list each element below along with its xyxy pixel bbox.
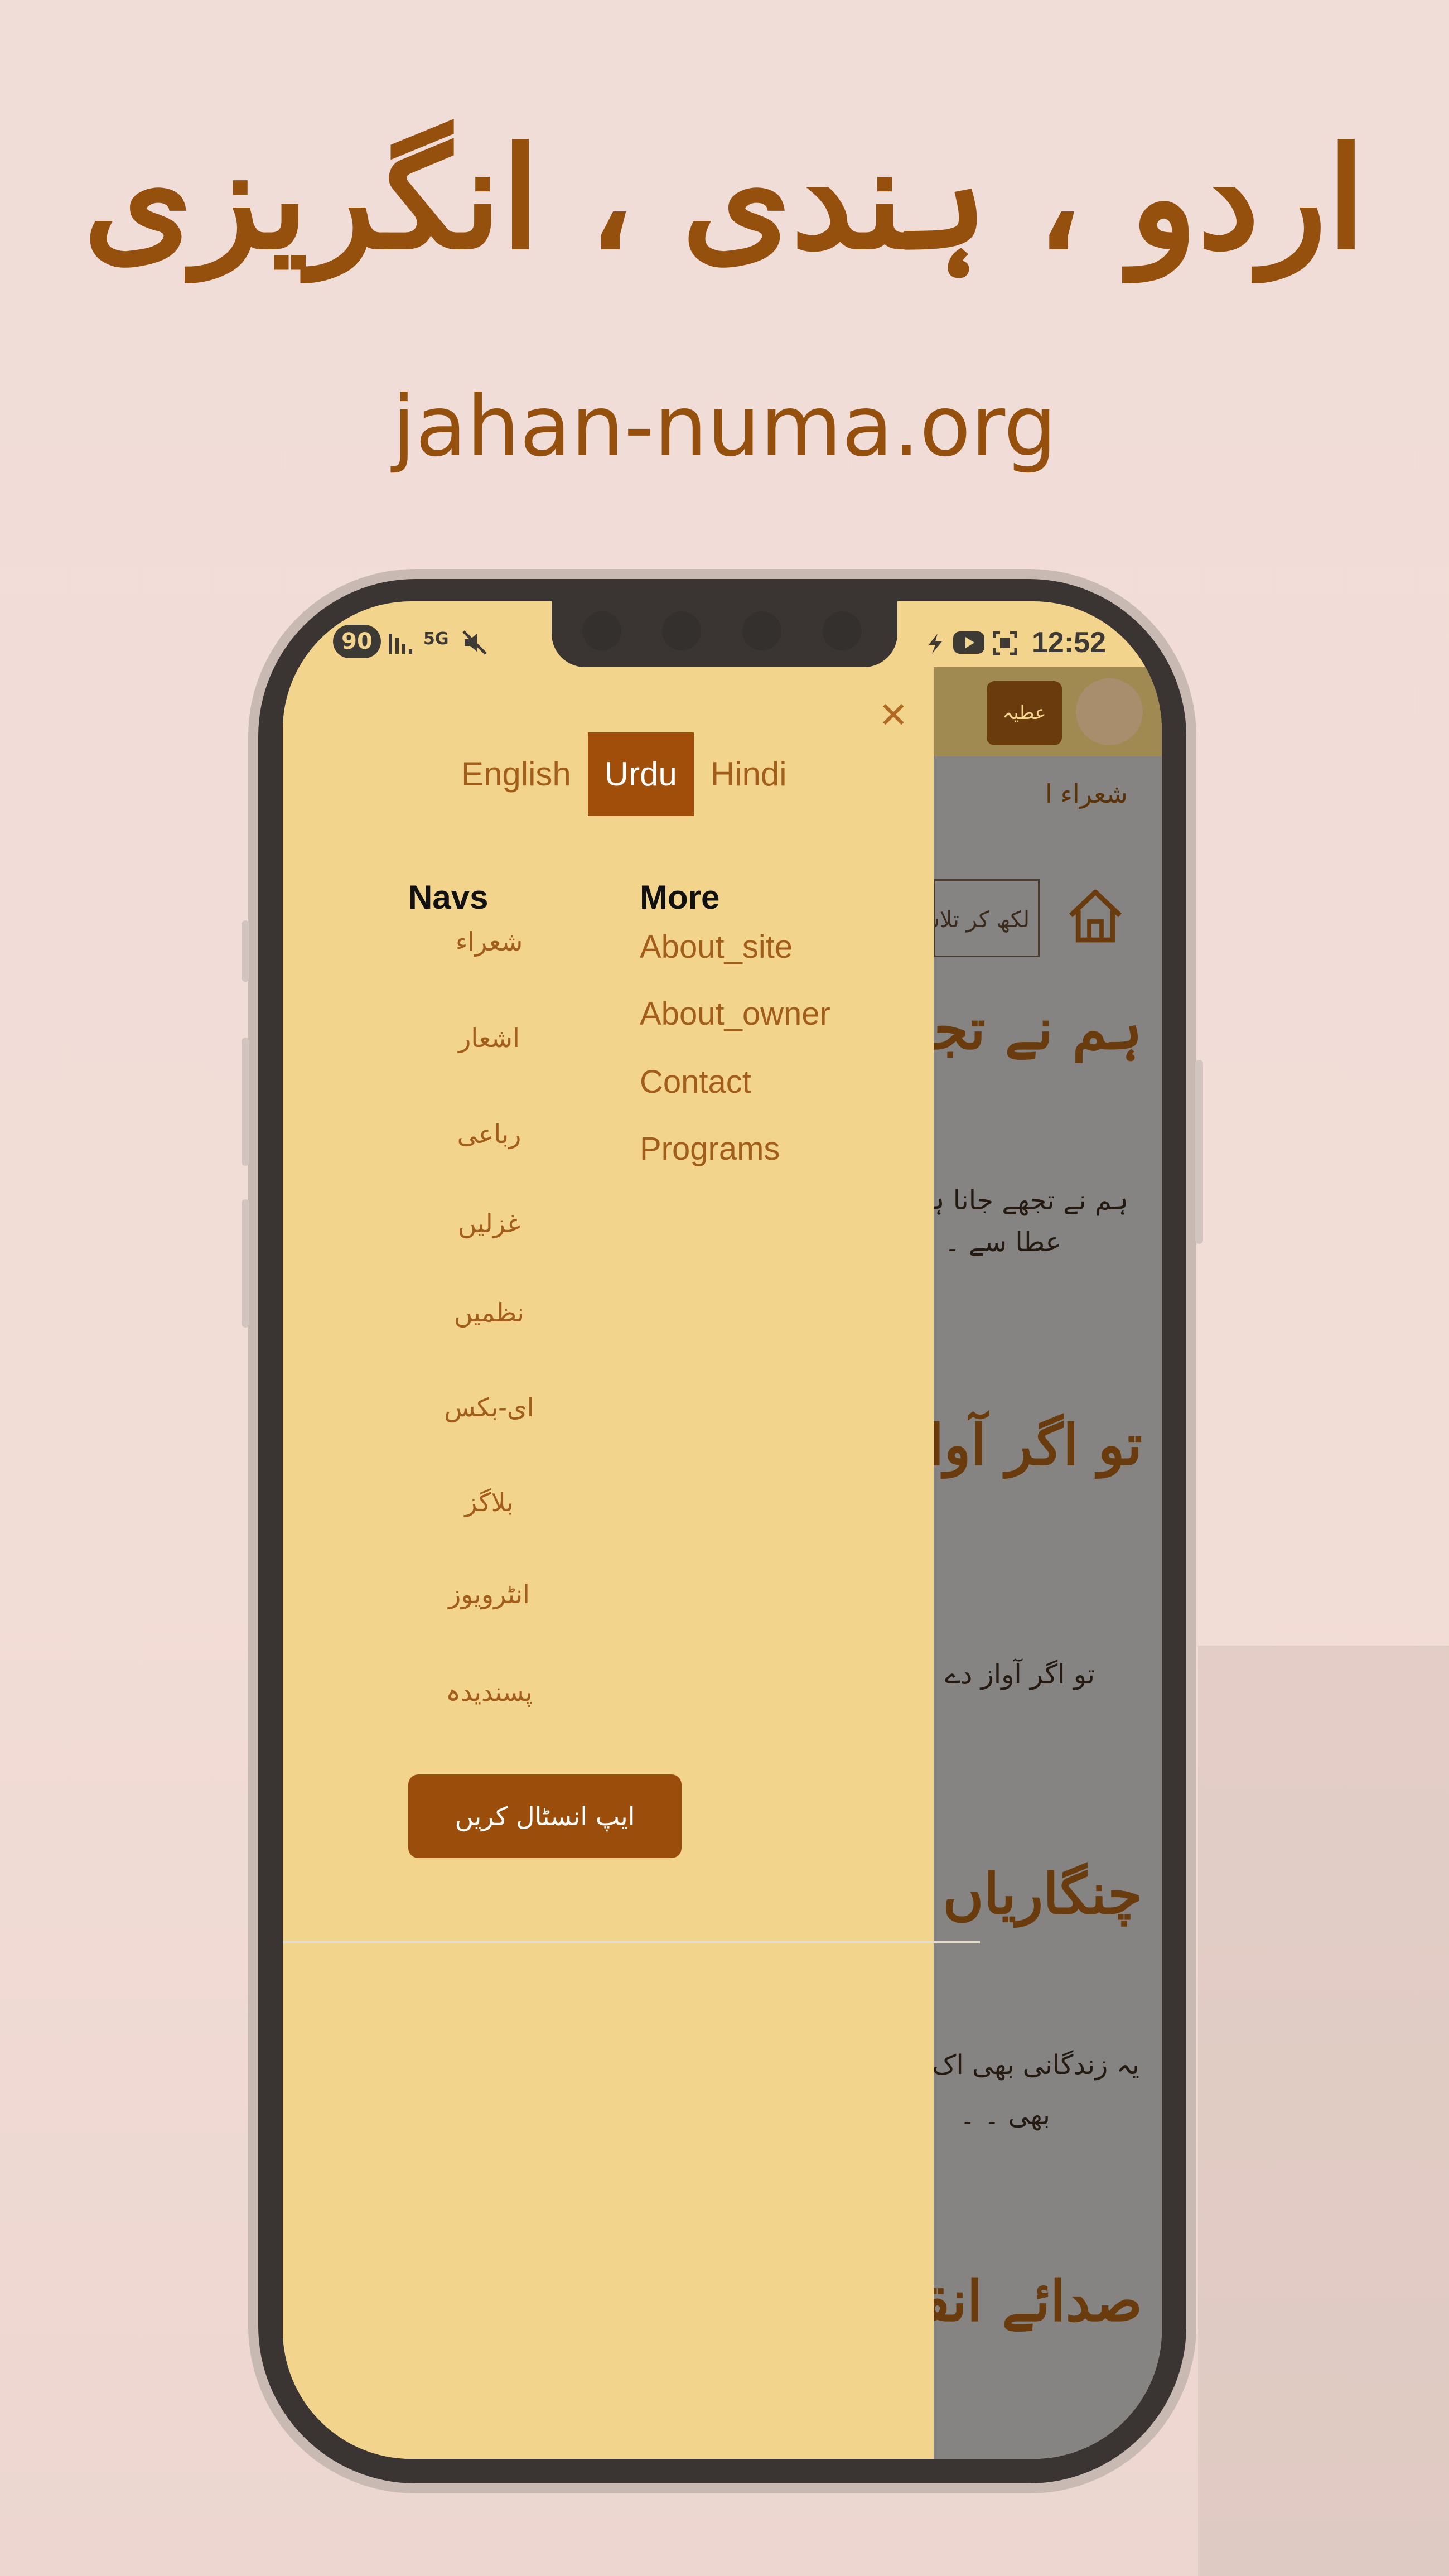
volume-down-button: [241, 1199, 249, 1328]
header-tile[interactable]: عطیہ: [987, 681, 1062, 745]
battery-indicator: 90: [333, 625, 381, 658]
more-item-about-owner[interactable]: About_owner: [640, 995, 830, 1033]
lang-english[interactable]: English: [445, 732, 588, 816]
navs-heading: Navs: [408, 879, 489, 916]
clock: 12:52: [1032, 626, 1106, 659]
bolt-icon: [929, 634, 942, 654]
nav-item-poets[interactable]: شعراء: [405, 927, 573, 957]
post-title[interactable]: چنگاریاں: [943, 1861, 1142, 1927]
camera-dot: [742, 611, 781, 650]
page-tabs[interactable]: شعراء ا: [1045, 779, 1128, 809]
drawer-divider: [283, 1941, 980, 1943]
post-excerpt: تو اگر آواز دے: [944, 1659, 1095, 1690]
home-icon[interactable]: [1065, 885, 1126, 946]
more-heading: More: [640, 879, 720, 916]
phone-frame: عطیہ شعراء ا لکھ کر تلاش ہم نے تجھے ہم ن…: [241, 569, 1203, 2493]
background-shadow: [1198, 1646, 1449, 2576]
camera-dot: [582, 611, 621, 650]
promo-url: jahan-numa.org: [392, 378, 1057, 475]
phone-bezel: عطیہ شعراء ا لکھ کر تلاش ہم نے تجھے ہم ن…: [258, 579, 1186, 2483]
nav-item-interviews[interactable]: انٹرویوز: [405, 1579, 573, 1609]
avatar[interactable]: [1076, 678, 1143, 745]
nav-item-ashaar[interactable]: اشعار: [405, 1023, 573, 1053]
camera-notch: [552, 601, 897, 667]
nav-item-blogs[interactable]: بلاگز: [405, 1487, 573, 1517]
more-item-about-site[interactable]: About_site: [640, 928, 793, 966]
nav-item-ghazals[interactable]: غزلیں: [405, 1208, 573, 1238]
status-bar: 90 5G 12:52: [283, 601, 1162, 668]
signal-icon: [389, 634, 412, 654]
nav-item-rubai[interactable]: رباعی: [405, 1119, 573, 1149]
lang-urdu[interactable]: Urdu: [587, 732, 694, 816]
nav-drawer: ✕ English Urdu Hindi Navs More شعراء اشع…: [283, 667, 980, 2459]
main-page: عطیہ شعراء ا لکھ کر تلاش ہم نے تجھے ہم ن…: [824, 667, 1162, 2459]
mute-icon: [462, 630, 487, 655]
camera-dot: [662, 611, 701, 650]
post-excerpt: ہم نے تجھے جانا ہے: [913, 1185, 1128, 1216]
youtube-icon: [953, 631, 984, 654]
lang-hindi[interactable]: Hindi: [694, 732, 804, 816]
more-item-contact[interactable]: Contact: [640, 1063, 751, 1101]
phone-side-button: [241, 920, 249, 982]
screenshot-icon: [993, 631, 1017, 655]
promo-title: اردو ، ہندی ، انگریزی: [83, 116, 1366, 280]
install-app-button[interactable]: ایپ انسٹال کریں: [408, 1774, 682, 1858]
post-excerpt: عطا سے ۔: [944, 1227, 1061, 1258]
more-item-programs[interactable]: Programs: [640, 1130, 780, 1168]
language-switcher: English Urdu Hindi: [445, 732, 804, 816]
nav-item-favorites[interactable]: پسندیدہ: [405, 1677, 573, 1707]
volume-up-button: [241, 1038, 249, 1166]
camera-dot: [823, 611, 862, 650]
phone-screen: عطیہ شعراء ا لکھ کر تلاش ہم نے تجھے ہم ن…: [283, 601, 1162, 2459]
page-header: عطیہ: [934, 667, 1162, 756]
post-excerpt: بھی ۔ ۔: [959, 2100, 1050, 2131]
power-button: [1195, 1060, 1203, 1244]
nav-item-ebooks[interactable]: ای-بکس: [405, 1392, 573, 1422]
close-icon[interactable]: ✕: [878, 698, 909, 734]
search-input[interactable]: لکھ کر تلاش: [934, 879, 1040, 957]
nav-item-nazms[interactable]: نظمیں: [405, 1297, 573, 1328]
network-type: 5G: [423, 629, 449, 649]
